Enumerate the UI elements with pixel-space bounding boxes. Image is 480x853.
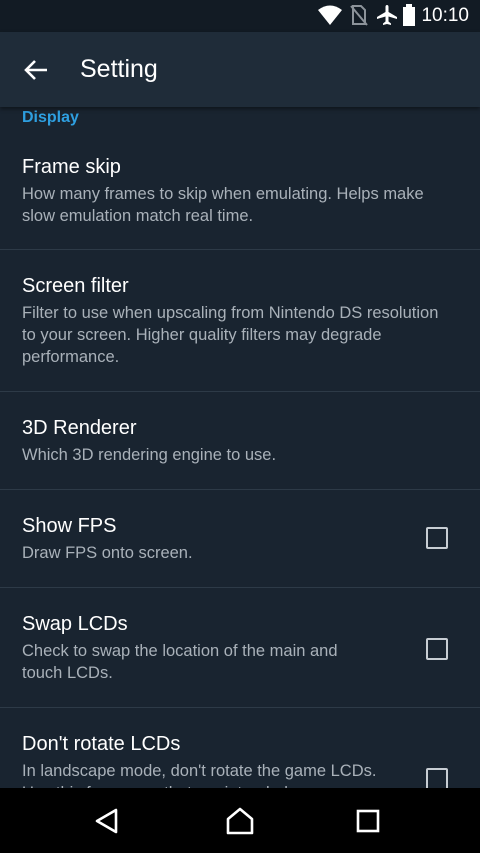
back-button[interactable]	[17, 50, 57, 90]
page-title: Setting	[80, 55, 158, 83]
pref-frame-skip[interactable]: Frame skip How many frames to skip when …	[0, 147, 480, 249]
status-bar: 10:10	[0, 0, 480, 32]
dont-rotate-lcds-checkbox[interactable]	[426, 768, 448, 788]
pref-title: Frame skip	[22, 156, 121, 178]
pref-title: Don't rotate LCDs	[22, 733, 181, 755]
pref-summary: In landscape mode, don't rotate the game…	[22, 762, 377, 788]
settings-list[interactable]: Display Frame skip How many frames to sk…	[0, 107, 480, 788]
pref-summary: Which 3D rendering engine to use.	[22, 446, 277, 464]
show-fps-checkbox[interactable]	[426, 527, 448, 549]
pref-summary: Filter to use when upscaling from Ninten…	[22, 304, 439, 366]
arrow-back-icon	[24, 60, 47, 80]
status-time: 10:10	[421, 5, 469, 26]
navigation-bar	[0, 788, 480, 853]
pref-summary: Draw FPS onto screen.	[22, 544, 193, 562]
pref-dont-rotate-lcds[interactable]: Don't rotate LCDs In landscape mode, don…	[0, 708, 480, 788]
pref-screen-filter[interactable]: Screen filter Filter to use when upscali…	[0, 250, 480, 391]
nav-home-button[interactable]	[220, 801, 260, 841]
pref-summary: Check to swap the location of the main a…	[22, 642, 338, 682]
recents-square-icon	[356, 809, 380, 833]
battery-icon	[402, 4, 416, 31]
pref-3d-renderer[interactable]: 3D Renderer Which 3D rendering engine to…	[0, 392, 480, 489]
pref-title: Show FPS	[22, 515, 117, 537]
no-sim-icon	[350, 4, 368, 31]
pref-summary: How many frames to skip when emulating. …	[22, 185, 424, 225]
pref-title: 3D Renderer	[22, 417, 137, 439]
nav-back-button[interactable]	[87, 801, 127, 841]
wifi-icon	[317, 4, 343, 31]
pref-show-fps[interactable]: Show FPS Draw FPS onto screen.	[0, 490, 480, 587]
nav-recents-button[interactable]	[348, 801, 388, 841]
home-icon	[226, 807, 254, 835]
pref-title: Swap LCDs	[22, 613, 128, 635]
app-bar: Setting	[0, 32, 480, 107]
swap-lcds-checkbox[interactable]	[426, 638, 448, 660]
pref-swap-lcds[interactable]: Swap LCDs Check to swap the location of …	[0, 588, 480, 707]
airplane-mode-icon	[376, 4, 398, 31]
section-header-display: Display	[22, 109, 79, 126]
back-triangle-icon	[95, 808, 118, 834]
pref-title: Screen filter	[22, 275, 129, 297]
